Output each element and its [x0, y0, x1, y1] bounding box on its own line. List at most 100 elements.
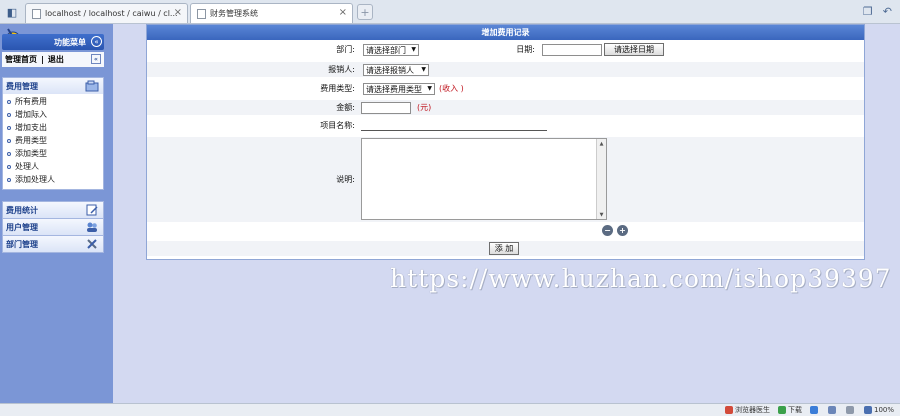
doctor-icon [724, 406, 733, 414]
scroll-down-icon[interactable]: ▼ [597, 210, 606, 219]
amount-input[interactable] [361, 102, 411, 114]
choose-date-button[interactable]: 请选择日期 [604, 43, 664, 56]
sidebar-item-handler[interactable]: 处理人 [3, 160, 103, 173]
group-title: 费用统计 [6, 205, 38, 215]
reporter-select[interactable]: 请选择报销人 ▼ [363, 64, 429, 76]
add-expense-form: 增加费用记录 部门: 请选择部门 ▼ 日期: 请选择日期 报销人: 请选择报销人… [146, 24, 865, 260]
dropdown-arrow-icon: ▼ [411, 46, 416, 53]
group-expense-management: 费用管理 所有费用 增加际入 增加支出 费用类型 添加类型 处理人 添加处理人 [2, 77, 104, 190]
group-header[interactable]: 部门管理 [3, 236, 103, 252]
expense-type-select[interactable]: 请选择费用类型 ▼ [363, 83, 435, 95]
sidebar-item-expense-types[interactable]: 费用类型 [3, 134, 103, 147]
browser-status-bar: 浏览器医生 下载 100% [0, 403, 900, 416]
collapse-menu-icon[interactable]: « [91, 36, 102, 47]
watermark-text: https://www.huzhan.com/ishop39397 [390, 264, 892, 293]
group-header[interactable]: 用户管理 [3, 219, 103, 235]
chevron-left-icon[interactable]: « [91, 54, 101, 64]
item-label: 增加支出 [15, 123, 47, 132]
bullet-icon [7, 164, 11, 169]
left-sidebar: 功能菜单 « 管理首页 | 退出 « 费用管理 所有费用 增加际入 增加支出 费… [0, 24, 113, 403]
browser-tab-bar: ◧ localhost / localhost / caiwu / cl... … [0, 0, 900, 24]
expand-textarea-icon[interactable]: + [617, 225, 628, 236]
scroll-up-icon[interactable]: ▲ [597, 139, 606, 148]
restore-window-icon[interactable]: ❐ [863, 5, 873, 18]
group-title: 用户管理 [6, 222, 38, 232]
menu-header: 功能菜单 [2, 34, 104, 50]
zoom-icon [863, 406, 872, 414]
expense-folder-icon [85, 80, 99, 92]
item-label: 增加际入 [15, 110, 47, 119]
download-item[interactable]: 下载 [777, 405, 802, 415]
add-submit-button[interactable]: 添 加 [489, 242, 519, 255]
select-value: 请选择报销人 [366, 65, 414, 75]
sidebar-toggle-icon[interactable]: ◧ [0, 0, 24, 24]
browser-doctor-item[interactable]: 浏览器医生 [724, 405, 770, 415]
download-icon [777, 406, 786, 414]
home-link[interactable]: 管理首页 [5, 54, 37, 65]
item-label: 费用类型 [15, 136, 47, 145]
row-department-date: 部门: 请选择部门 ▼ 日期: 请选择日期 [147, 42, 864, 57]
sidebar-item-add-expense[interactable]: 增加支出 [3, 121, 103, 134]
select-value: 请选择部门 [366, 45, 406, 55]
row-submit: 添 加 [147, 241, 864, 256]
item-label: 所有费用 [15, 97, 47, 106]
back-arrow-icon[interactable]: ↶ [883, 5, 892, 18]
browser-tab-2[interactable]: 财务管理系统 × [190, 3, 353, 23]
income-note: (收入 ) [439, 84, 464, 93]
bullet-icon [7, 177, 11, 182]
globe-icon[interactable] [809, 406, 818, 414]
nav-separator: | [41, 55, 44, 64]
main-content: 增加费用记录 部门: 请选择部门 ▼ 日期: 请选择日期 报销人: 请选择报销人… [113, 24, 900, 403]
row-amount: 金额: (元) [147, 100, 864, 115]
reporter-label: 报销人: [328, 65, 355, 74]
tools-icon [87, 239, 97, 249]
dropdown-arrow-icon: ▼ [421, 66, 426, 73]
group-expense-statistics: 费用统计 [2, 201, 104, 219]
edit-chart-icon [86, 204, 98, 216]
description-textarea[interactable]: ▲ ▼ [361, 138, 607, 220]
sidebar-item-add-income[interactable]: 增加际入 [3, 108, 103, 121]
top-nav-row: 管理首页 | 退出 « [2, 52, 104, 67]
bullet-icon [7, 138, 11, 143]
group-header[interactable]: 费用管理 [3, 78, 103, 94]
close-tab-icon[interactable]: × [174, 7, 182, 18]
window-icon[interactable] [827, 406, 836, 414]
department-select[interactable]: 请选择部门 ▼ [363, 44, 419, 56]
group-title: 部门管理 [6, 239, 38, 249]
group-items: 所有费用 增加际入 增加支出 费用类型 添加类型 处理人 添加处理人 [3, 94, 103, 189]
tab-title: 财务管理系统 [210, 9, 258, 18]
zoom-level: 100% [873, 406, 894, 414]
bullet-icon [7, 112, 11, 117]
browser-tab-1[interactable]: localhost / localhost / caiwu / cl... × [25, 3, 188, 23]
bullet-icon [7, 125, 11, 130]
close-tab-icon[interactable]: × [339, 7, 347, 18]
item-label: 添加处理人 [15, 175, 55, 184]
sidebar-item-add-handler[interactable]: 添加处理人 [3, 173, 103, 186]
status-label: 下载 [787, 406, 802, 414]
bullet-icon [7, 151, 11, 156]
date-input[interactable] [542, 44, 602, 56]
users-icon [87, 222, 97, 232]
project-name-input[interactable] [361, 119, 547, 131]
volume-icon[interactable] [845, 406, 854, 414]
sidebar-item-add-type[interactable]: 添加类型 [3, 147, 103, 160]
department-label: 部门: [336, 45, 355, 54]
group-header[interactable]: 费用统计 [3, 202, 103, 218]
page-favicon-icon [32, 8, 41, 19]
shrink-textarea-icon[interactable]: − [602, 225, 613, 236]
date-label: 日期: [516, 45, 535, 54]
bullet-icon [7, 99, 11, 104]
sidebar-item-all-expenses[interactable]: 所有费用 [3, 95, 103, 108]
logout-link[interactable]: 退出 [48, 54, 64, 65]
page-favicon-icon [197, 8, 206, 19]
amount-unit: (元) [417, 103, 432, 112]
textarea-scrollbar[interactable]: ▲ ▼ [596, 139, 606, 219]
row-resize-controls: − + [147, 224, 864, 239]
item-label: 处理人 [15, 162, 39, 171]
item-label: 添加类型 [15, 149, 47, 158]
description-label: 说明: [336, 175, 355, 184]
zoom-item[interactable]: 100% [863, 406, 894, 414]
select-value: 请选择费用类型 [366, 84, 422, 94]
new-tab-button[interactable]: + [357, 4, 373, 20]
menu-title: 功能菜单 [54, 37, 86, 47]
